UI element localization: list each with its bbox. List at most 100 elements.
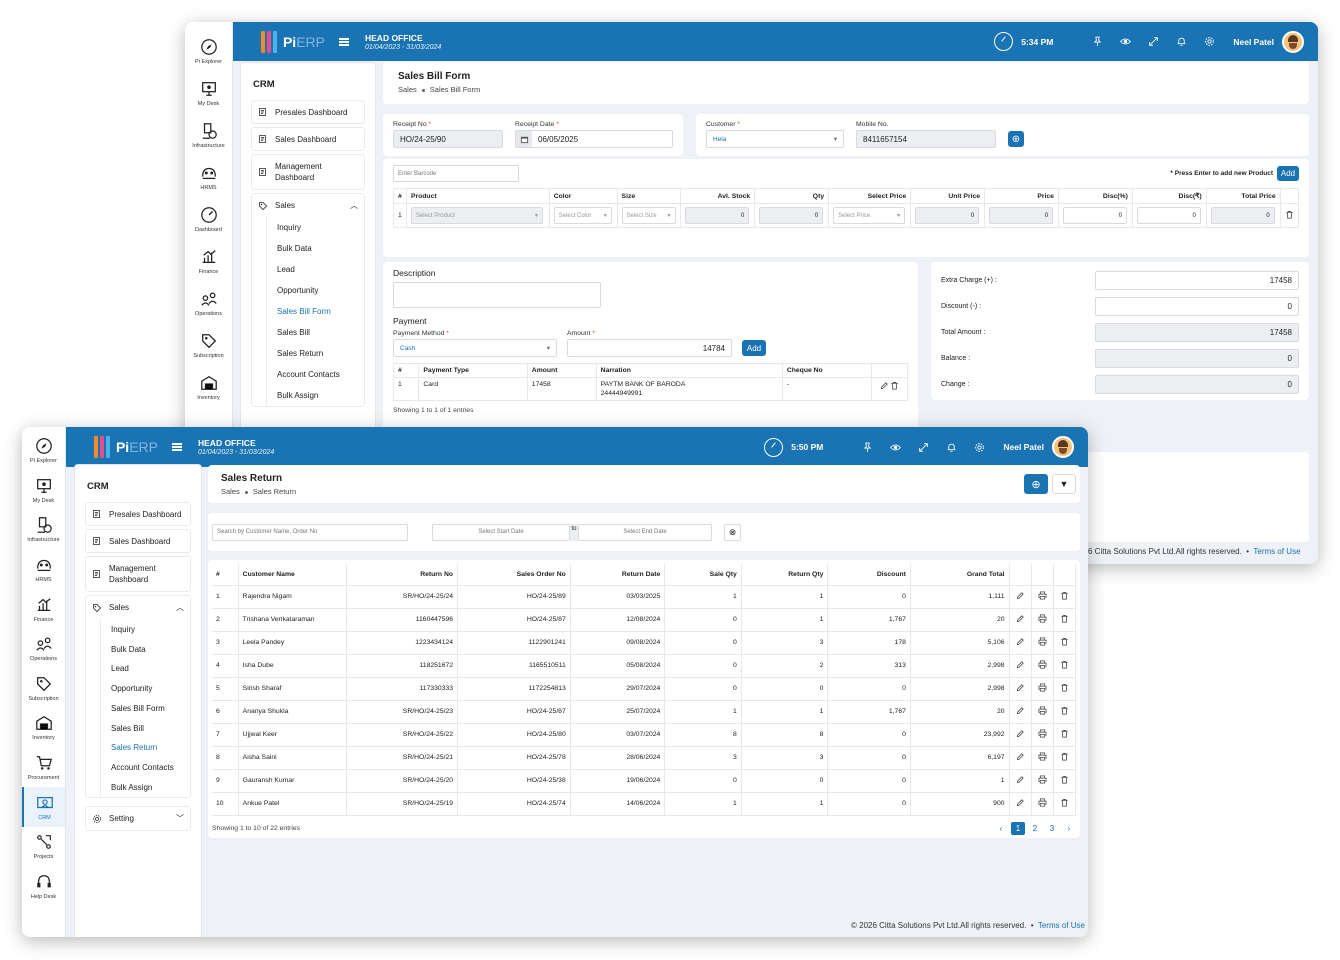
- sidebar-item-sales-return[interactable]: Sales Return: [101, 738, 190, 758]
- filter-button[interactable]: ▼: [1052, 474, 1076, 494]
- column-header[interactable]: Discount: [827, 564, 911, 586]
- edit-icon[interactable]: [1016, 683, 1025, 692]
- sidebar-item-bulk-assign[interactable]: Bulk Assign: [101, 778, 190, 798]
- column-header[interactable]: Sales Order No: [457, 564, 571, 586]
- office-selector[interactable]: HEAD OFFICE 01/04/2023 - 31/03/2024: [198, 438, 274, 456]
- sidebar-item-presales-dashboard[interactable]: Presales Dashboard: [251, 100, 365, 124]
- column-header[interactable]: Cheque No: [782, 363, 873, 378]
- disc-amount-field[interactable]: 0: [1136, 207, 1201, 224]
- rail-item-dashboard[interactable]: Dashboard: [185, 198, 232, 240]
- trash-icon[interactable]: [1060, 752, 1069, 761]
- sidebar-item-sales-return[interactable]: Sales Return: [267, 343, 364, 364]
- column-header[interactable]: Customer Name: [238, 564, 348, 586]
- avatar[interactable]: [1052, 436, 1074, 458]
- column-header[interactable]: Grand Total: [910, 564, 1010, 586]
- rail-item-finance[interactable]: Finance: [185, 240, 232, 282]
- trash-icon[interactable]: [1060, 591, 1069, 600]
- rail-item-operations[interactable]: Operations: [185, 282, 232, 324]
- column-header[interactable]: Payment Type: [418, 363, 528, 378]
- settings-icon[interactable]: [965, 438, 993, 456]
- column-header[interactable]: Sale Qty: [664, 564, 742, 586]
- search-input[interactable]: Search by Customer Name, Order No: [212, 523, 408, 541]
- avatar[interactable]: [1282, 30, 1304, 53]
- select-price[interactable]: Select Price ▾: [833, 207, 906, 224]
- trash-icon[interactable]: [1060, 683, 1069, 692]
- column-header[interactable]: Return No: [346, 564, 459, 586]
- sidebar-item-sales-dashboard[interactable]: Sales Dashboard: [251, 127, 365, 151]
- sidebar-item-bulk-assign[interactable]: Bulk Assign: [267, 385, 364, 406]
- trash-icon[interactable]: [1060, 660, 1069, 669]
- rail-item-hrms[interactable]: HRMS: [22, 550, 65, 590]
- trash-icon[interactable]: [1060, 729, 1069, 738]
- rail-item-pi-explorer[interactable]: Pi Explorer: [185, 30, 232, 72]
- edit-icon[interactable]: [1016, 729, 1025, 738]
- office-selector[interactable]: HEAD OFFICE 01/04/2023 - 31/03/2024: [365, 33, 441, 51]
- print-icon[interactable]: [1038, 683, 1047, 692]
- total-value-field[interactable]: 0: [1095, 296, 1299, 316]
- rail-item-finance[interactable]: Finance: [22, 589, 65, 629]
- add-payment-button[interactable]: Add: [742, 340, 766, 356]
- column-header[interactable]: Narration: [596, 363, 783, 378]
- disc-percent-field[interactable]: 0: [1062, 207, 1127, 224]
- rail-item-subscription[interactable]: Subscription: [185, 324, 232, 366]
- edit-icon[interactable]: [1016, 614, 1025, 623]
- add-product-button[interactable]: Add: [1277, 166, 1299, 181]
- edit-icon[interactable]: [1016, 660, 1025, 669]
- description-textarea[interactable]: [393, 282, 601, 308]
- sidebar-item-account-contacts[interactable]: Account Contacts: [267, 364, 364, 385]
- print-icon[interactable]: [1038, 591, 1047, 600]
- rail-item-infrastructure[interactable]: Infrastructure: [22, 510, 65, 550]
- rail-item-inventory[interactable]: Inventory: [22, 708, 65, 748]
- next-page-button[interactable]: ›: [1062, 822, 1076, 835]
- sidebar-item-lead[interactable]: Lead: [267, 259, 364, 280]
- select-size[interactable]: Select Size ▾: [621, 207, 676, 224]
- sidebar-item-setting[interactable]: Setting ﹀: [85, 806, 191, 832]
- sidebar-item-presales-dashboard[interactable]: Presales Dashboard: [85, 502, 191, 526]
- print-icon[interactable]: [1038, 729, 1047, 738]
- bell-icon[interactable]: [937, 438, 965, 456]
- mobile-field[interactable]: 8411657154: [856, 130, 996, 148]
- page-button[interactable]: 1: [1011, 821, 1025, 835]
- select-color[interactable]: Select Color ▾: [553, 207, 612, 224]
- start-date-input[interactable]: Select Start Date: [432, 523, 570, 541]
- print-icon[interactable]: [1038, 660, 1047, 669]
- terms-link[interactable]: Terms of Use: [1253, 547, 1300, 556]
- rail-item-procurement[interactable]: Procurement: [22, 748, 65, 788]
- column-header[interactable]: Return Qty: [741, 564, 829, 586]
- sidebar-item-sales[interactable]: Sales ︿: [86, 596, 190, 619]
- sidebar-item-management-dashboard[interactable]: Management Dashboard: [85, 556, 191, 593]
- rail-item-hrms[interactable]: HRMS: [185, 156, 232, 198]
- receipt-date-field[interactable]: 06/05/2025: [515, 130, 673, 148]
- print-icon[interactable]: [1038, 775, 1047, 784]
- sidebar-item-inquiry[interactable]: Inquiry: [267, 217, 364, 238]
- sidebar-item-sales[interactable]: Sales ︿: [252, 194, 364, 217]
- page-button[interactable]: 2: [1028, 822, 1042, 835]
- amount-field[interactable]: 14784: [567, 339, 732, 357]
- bell-icon[interactable]: [1167, 33, 1195, 51]
- trash-icon[interactable]: [1285, 210, 1294, 219]
- rail-item-help-desk[interactable]: Help Desk: [22, 867, 65, 907]
- prev-page-button[interactable]: ‹: [994, 822, 1008, 835]
- print-icon[interactable]: [1038, 798, 1047, 807]
- edit-icon[interactable]: [1016, 775, 1025, 784]
- qty-field[interactable]: 0: [759, 207, 824, 224]
- sidebar-item-inquiry[interactable]: Inquiry: [101, 619, 190, 639]
- pin-icon[interactable]: [1083, 33, 1111, 51]
- rail-item-my-desk[interactable]: My Desk: [185, 72, 232, 114]
- app-logo[interactable]: PiERP: [66, 436, 158, 458]
- terms-link[interactable]: Terms of Use: [1038, 921, 1085, 930]
- add-customer-button[interactable]: ⊕: [1008, 131, 1024, 147]
- sidebar-item-bulk-data[interactable]: Bulk Data: [267, 238, 364, 259]
- edit-icon[interactable]: [1016, 637, 1025, 646]
- calendar-icon[interactable]: [516, 131, 532, 147]
- pin-icon[interactable]: [853, 438, 881, 456]
- column-header[interactable]: #: [212, 564, 239, 586]
- print-icon[interactable]: [1038, 637, 1047, 646]
- print-icon[interactable]: [1038, 706, 1047, 715]
- expand-icon[interactable]: [909, 438, 937, 456]
- rail-item-crm[interactable]: CRM: [22, 787, 65, 827]
- sidebar-item-opportunity[interactable]: Opportunity: [101, 679, 190, 699]
- print-icon[interactable]: [1038, 614, 1047, 623]
- add-button[interactable]: ⊕: [1024, 474, 1048, 494]
- rail-item-projects[interactable]: Projects: [22, 827, 65, 867]
